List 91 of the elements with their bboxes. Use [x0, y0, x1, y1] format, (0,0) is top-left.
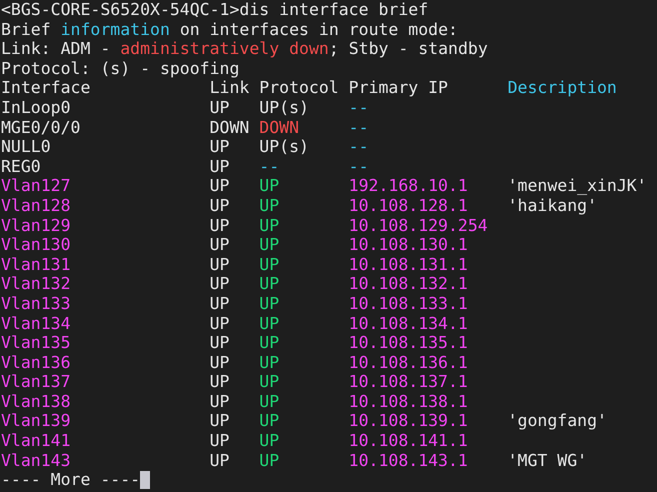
primary-ip: 192.168.10.1	[348, 176, 468, 196]
link-status: UP	[210, 196, 230, 216]
primary-ip: 10.108.143.1	[348, 450, 468, 470]
protocol-status: UP	[259, 411, 280, 432]
interface-description: 'menwei_xinJK'	[508, 176, 647, 196]
primary-ip: --	[348, 98, 369, 118]
interface-name: Vlan131	[1, 254, 71, 274]
link-status: UP	[210, 333, 230, 353]
link-status: UP	[210, 98, 230, 118]
interface-description: 'MGT WG'	[508, 450, 588, 470]
interface-name: Vlan128	[1, 196, 71, 216]
link-status: UP	[210, 294, 230, 314]
interface-description: 'gongfang'	[508, 411, 607, 432]
column-header: Link	[210, 78, 250, 98]
protocol-status: UP	[259, 274, 280, 294]
terminal-line: Link: ADM - administratively down; Stby - standby	[1, 39, 488, 59]
primary-ip: --	[348, 118, 369, 138]
primary-ip: 10.108.139.1	[348, 411, 468, 432]
interface-name: REG0	[1, 156, 41, 176]
interface-name: Vlan127	[1, 176, 71, 196]
column-header: Description	[508, 78, 617, 98]
interface-name: Vlan132	[1, 274, 71, 294]
interface-name: Vlan133	[1, 294, 71, 314]
column-header: Primary IP	[348, 78, 448, 98]
link-status: UP	[210, 137, 230, 157]
protocol-status: UP	[259, 352, 280, 372]
protocol-status: DOWN	[259, 118, 300, 138]
link-status: UP	[210, 235, 230, 255]
primary-ip: 10.108.138.1	[348, 392, 468, 412]
primary-ip: 10.108.131.1	[348, 254, 468, 274]
link-status: UP	[210, 216, 230, 236]
interface-name: Vlan139	[1, 411, 71, 432]
interface-name: InLoop0	[1, 98, 71, 118]
primary-ip: 10.108.132.1	[348, 274, 468, 294]
link-status: UP	[210, 314, 230, 334]
protocol-status: UP	[259, 372, 280, 392]
primary-ip: 10.108.133.1	[348, 294, 468, 314]
primary-ip: 10.108.137.1	[348, 372, 468, 392]
primary-ip: 10.108.135.1	[348, 333, 468, 353]
link-status: UP	[210, 392, 230, 412]
interface-name: NULL0	[1, 137, 51, 157]
terminal-line: Brief information on interfaces in route mode:	[1, 20, 458, 40]
protocol-status: UP	[259, 314, 280, 334]
interface-name: Vlan135	[1, 333, 71, 353]
text-cursor	[140, 471, 150, 490]
primary-ip: 10.108.134.1	[348, 314, 468, 334]
column-header: Protocol	[259, 78, 339, 98]
terminal-line: <BGS-CORE-S6520X-54QC-1>dis interface brief	[1, 0, 428, 20]
protocol-status: UP	[259, 176, 280, 196]
protocol-status: UP(s)	[259, 98, 309, 118]
interface-name: MGE0/0/0	[1, 118, 80, 138]
protocol-status: UP	[259, 431, 280, 451]
protocol-status: UP	[259, 254, 280, 274]
protocol-status: UP	[259, 294, 280, 314]
protocol-status: UP	[259, 333, 280, 353]
link-status: UP	[210, 274, 230, 294]
protocol-status: UP(s)	[259, 137, 309, 157]
interface-name: Vlan129	[1, 216, 71, 236]
link-status: UP	[210, 176, 230, 196]
interface-name: Vlan130	[1, 235, 71, 255]
interface-name: Vlan137	[1, 372, 71, 392]
link-status: UP	[210, 411, 230, 432]
protocol-status: --	[259, 156, 280, 176]
primary-ip: 10.108.136.1	[348, 352, 468, 372]
protocol-status: UP	[259, 392, 280, 412]
interface-name: Vlan141	[1, 431, 71, 451]
protocol-status: UP	[259, 196, 280, 216]
link-status: UP	[210, 431, 230, 451]
interface-name: Vlan134	[1, 314, 71, 334]
primary-ip: 10.108.128.1	[348, 196, 468, 216]
link-status: DOWN	[210, 118, 250, 138]
protocol-status: UP	[259, 216, 280, 236]
terminal-line: Protocol: (s) - spoofing	[1, 58, 240, 78]
interface-name: Vlan136	[1, 352, 71, 372]
interface-name: Vlan143	[1, 450, 71, 470]
protocol-status: UP	[259, 450, 280, 470]
interface-description: 'haikang'	[508, 196, 597, 216]
primary-ip: --	[348, 137, 369, 157]
link-status: UP	[210, 450, 230, 470]
pager-prompt: ---- More ----	[1, 470, 140, 490]
primary-ip: 10.108.141.1	[348, 431, 468, 451]
link-status: UP	[210, 156, 230, 176]
link-status: UP	[210, 254, 230, 274]
link-status: UP	[210, 352, 230, 372]
protocol-status: UP	[259, 235, 280, 255]
interface-name: Vlan138	[1, 392, 71, 412]
primary-ip: --	[348, 156, 369, 176]
link-status: UP	[210, 372, 230, 392]
column-header: Interface	[1, 78, 90, 98]
primary-ip: 10.108.130.1	[348, 235, 468, 255]
primary-ip: 10.108.129.254	[348, 216, 488, 236]
